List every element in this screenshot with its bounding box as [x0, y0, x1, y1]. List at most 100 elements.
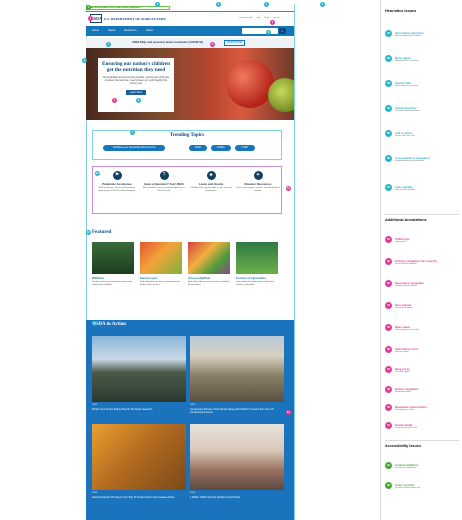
annotation-number: 10 — [385, 422, 392, 429]
resource-card-title: Pandemic Assistance — [102, 182, 132, 186]
nav-item-newsroom[interactable]: Newsroom — [124, 29, 136, 32]
callout-marker: 12 — [86, 230, 91, 235]
utility-link[interactable]: Blog — [257, 17, 261, 19]
primary-nav: Home Topics Newsroom About ⌕ — [86, 26, 294, 36]
site-header: USDA U.S. DEPARTMENT OF AGRICULTURE Info… — [86, 12, 294, 26]
callout-marker: 2 — [155, 2, 160, 7]
search-icon: ⌕ — [281, 29, 284, 33]
annotation-number: 01 — [385, 236, 392, 243]
featured-item[interactable]: Farmers.gov Find information on loans an… — [140, 242, 182, 287]
resource-card-text: Help for farmers, ranchers and producers… — [98, 187, 136, 192]
featured-item-title[interactable]: Farmers.gov — [140, 276, 182, 280]
action-image[interactable] — [190, 336, 284, 402]
action-item-title[interactable]: Composting Shrubs: Food Scraps Along wit… — [190, 408, 288, 414]
heuristic-text: Primary action isn't clear. — [395, 135, 415, 137]
search-input[interactable] — [242, 28, 278, 34]
callout-marker: 5 — [320, 2, 325, 7]
trending-pill[interactable]: SNAP — [189, 145, 207, 151]
annotation-number: 09 — [385, 404, 392, 411]
annotations-title: Additional Annotations — [385, 218, 427, 222]
resource-card-title: Loans and Grants — [198, 182, 224, 186]
action-image[interactable] — [190, 424, 284, 490]
trending-pill[interactable]: Wildfire — [211, 145, 231, 151]
featured-item-text: Get the resources you need to prevent an… — [92, 281, 132, 286]
guide-line — [294, 4, 295, 520]
action-item-title[interactable]: Sweet Potatoes! We Need Your Help To Pro… — [92, 496, 190, 499]
accessibility-text: Text doesn't meet contrast ratio. — [395, 487, 421, 489]
callout-marker: 3 — [216, 2, 221, 7]
action-date: 10/20 — [190, 492, 196, 494]
featured-item[interactable]: Census of Agriculture Learn about the la… — [236, 242, 278, 287]
alert-text: USDA FAQs and resources about coronaviru… — [132, 41, 203, 44]
featured-title: Featured — [92, 230, 112, 235]
flag-icon: ⚑ — [112, 171, 122, 180]
action-date: 10/21 — [92, 404, 98, 406]
featured-image — [236, 242, 278, 274]
heuristics-title: Heuristics Issues — [385, 9, 417, 13]
heuristic-number: 03 — [385, 80, 392, 87]
hero-banner: Ensuring our nation's children get the n… — [86, 48, 294, 120]
utility-links: Information For Blog Media Contact — [236, 17, 280, 19]
search-button[interactable]: ⌕ — [279, 28, 286, 34]
featured-item[interactable]: Wildfires Get the resources you need to … — [92, 242, 134, 287]
action-image[interactable] — [92, 424, 186, 490]
resource-card[interactable]: ♣ Loans and Grants USDA provides opportu… — [189, 171, 233, 193]
annotation-sidebar: Heuristics Issues 01 Information hierarc… — [380, 0, 462, 520]
resource-card-title: Disaster Resources — [244, 182, 272, 186]
callout-marker: 1 — [88, 16, 93, 21]
annotation-text: Icons are unclear. — [395, 351, 410, 353]
action-image[interactable] — [92, 336, 186, 402]
annotation-text: Secondary links are hidden. — [395, 285, 418, 287]
action-item-title[interactable]: 1 Million USDA Schools Nutrition Food Me… — [190, 496, 288, 499]
hero-card: Ensuring our nation's children get the n… — [98, 58, 174, 112]
annotation-number: 06 — [385, 346, 392, 353]
annotation-text: Logo is small. — [395, 241, 406, 243]
action-date: 10/21 — [190, 404, 196, 406]
featured-item-title[interactable]: Census of Agriculture — [236, 276, 278, 280]
accessibility-title: Accessibility Issues — [385, 444, 422, 448]
utility-link[interactable]: Media — [264, 17, 269, 19]
hero-button[interactable]: Learn More — [125, 89, 147, 95]
featured-item-title[interactable]: Choose MyPlate — [188, 276, 230, 280]
featured-item-text: Find information on loans and resources … — [140, 281, 181, 286]
callout-marker: 2 — [270, 20, 275, 25]
heuristic-text: Too many competing elements. — [395, 110, 420, 112]
agency-name: U.S. DEPARTMENT OF AGRICULTURE — [104, 17, 166, 21]
heuristic-number: 04 — [385, 105, 392, 112]
annotation-number: 04 — [385, 302, 392, 309]
callout-marker: 6 — [82, 58, 87, 63]
callout-marker: 10 — [95, 171, 100, 176]
nav-item-topics[interactable]: Topics — [108, 29, 115, 32]
featured-image — [92, 242, 134, 274]
trending-pill[interactable]: Healthcare.gov Special Enrollment Period — [103, 145, 165, 151]
annotation-text: Main content area is crowded. — [395, 329, 419, 331]
callout-marker: 4 — [106, 42, 111, 47]
heuristic-text: Navigation patterns are inconsistent. — [395, 160, 425, 162]
annotation-number: 05 — [385, 324, 392, 331]
plant-icon: ♣ — [206, 171, 216, 180]
callout-marker: 3 — [266, 30, 271, 35]
featured-item-title[interactable]: Wildfires — [92, 276, 134, 280]
utility-link[interactable]: Contact — [273, 17, 280, 19]
callout-marker: 1 — [86, 5, 91, 10]
divider — [385, 214, 459, 215]
featured-image — [140, 242, 182, 274]
resource-cards: ⚑ Pandemic Assistance Help for farmers, … — [92, 166, 282, 214]
nav-item-home[interactable]: Home — [92, 29, 99, 32]
heuristic-number: 07 — [385, 184, 392, 191]
heuristic-number: 05 — [385, 130, 392, 137]
utility-link[interactable]: Information For — [239, 17, 253, 19]
resource-card[interactable]: ? Have a Question? Ask USDA Ask a questi… — [142, 171, 186, 193]
alert-link[interactable]: LEARN MORE — [224, 40, 246, 46]
annotation-number: 02 — [385, 258, 392, 265]
trending-pill[interactable]: P-EBT — [235, 145, 255, 151]
nav-item-about[interactable]: About — [146, 29, 153, 32]
featured-item[interactable]: Choose MyPlate Find what and how much to… — [188, 242, 230, 287]
resource-card[interactable]: ⚑ Pandemic Assistance Help for farmers, … — [95, 171, 139, 193]
featured-item-text: Learn about the latest data on farms and… — [236, 281, 274, 286]
resource-card[interactable]: ✦ Disaster Resources Learn how to prepar… — [236, 171, 280, 193]
disaster-icon: ✦ — [253, 171, 263, 180]
action-item-title[interactable]: What's Your Forest Safety Plan for Hurri… — [92, 408, 190, 411]
resource-card-text: USDA provides opportunities in rural, fa… — [190, 187, 232, 192]
heuristic-number: 01 — [385, 30, 392, 37]
